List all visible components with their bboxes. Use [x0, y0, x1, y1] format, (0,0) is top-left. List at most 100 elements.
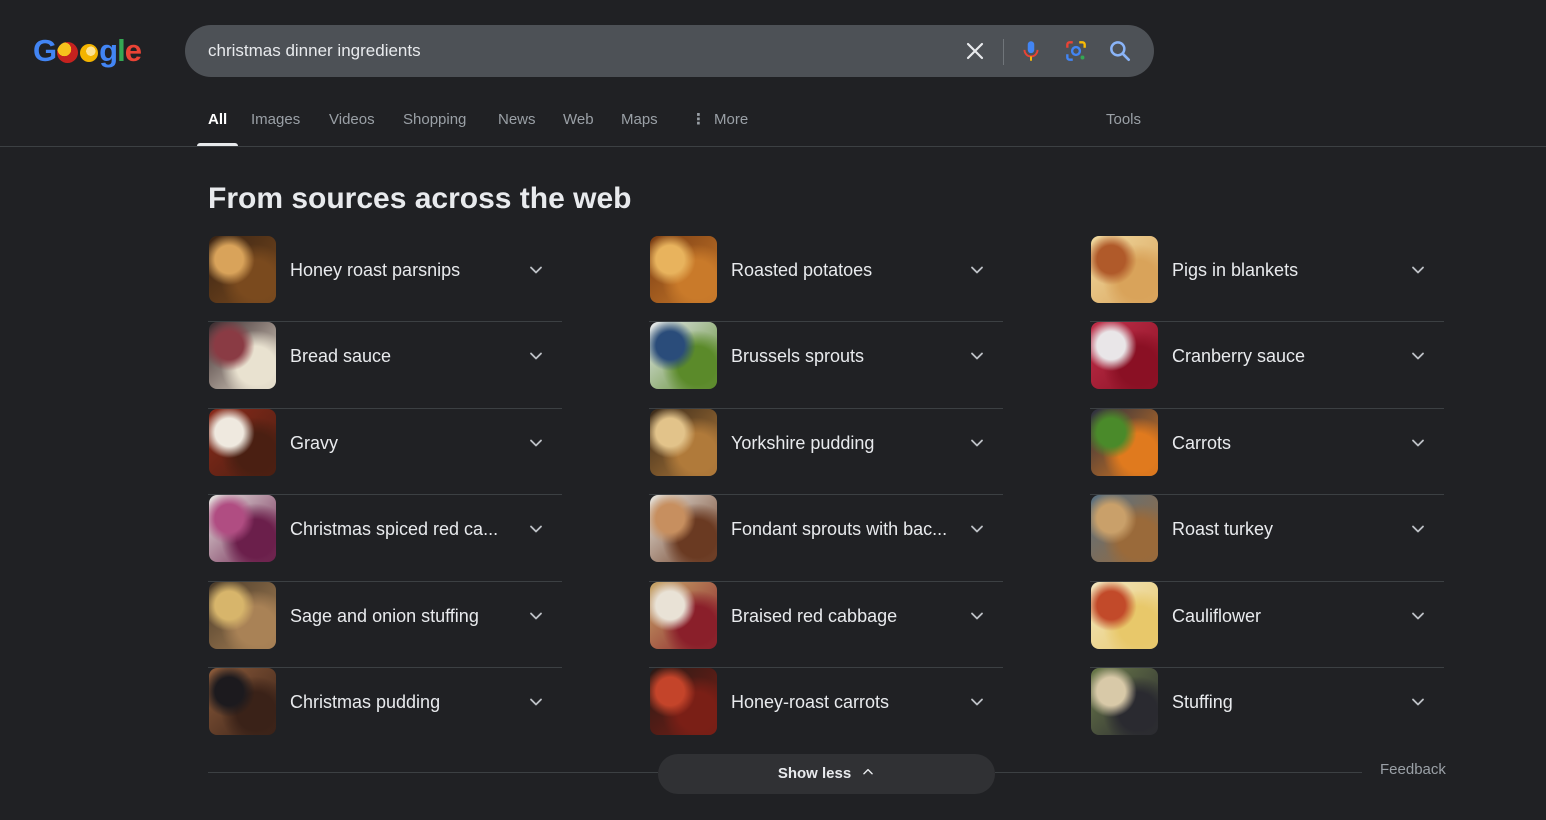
ingredient-label: Stuffing [1172, 691, 1233, 712]
food-thumbnail [1091, 322, 1158, 390]
ingredient-label: Roast turkey [1172, 519, 1274, 540]
food-thumbnail [650, 322, 717, 390]
chevron-down-icon [1412, 352, 1424, 360]
chevron-down-icon [530, 352, 542, 360]
chevron-down-icon [1412, 698, 1424, 706]
ingredient-item[interactable]: Braised red cabbage [649, 581, 1003, 668]
show-less-button[interactable]: Show less [658, 754, 995, 794]
tab-web[interactable]: Web [563, 110, 594, 146]
tab-images[interactable]: Images [251, 110, 300, 146]
ingredient-label: Sage and onion stuffing [290, 605, 479, 626]
ingredient-item[interactable]: Gravy [208, 408, 562, 496]
google-lens-icon[interactable] [1063, 38, 1089, 64]
chevron-down-icon [971, 266, 983, 274]
food-thumbnail [650, 667, 717, 735]
ingredient-label: Cauliflower [1172, 605, 1262, 626]
food-thumbnail [209, 408, 276, 476]
ingredient-label: Brussels sprouts [731, 346, 865, 367]
chevron-down-icon [971, 439, 983, 447]
food-thumbnail [209, 495, 276, 563]
ingredient-item[interactable]: Stuffing [1090, 667, 1444, 754]
chevron-down-icon [1412, 525, 1424, 533]
ingredients-grid: Honey roast parsnips Bread sauce Gravy Chri… [208, 236, 1446, 736]
tools-button[interactable]: Tools [1106, 110, 1141, 146]
ingredient-item[interactable]: Bread sauce [208, 322, 562, 409]
ingredient-item[interactable]: Yorkshire pudding [649, 408, 1003, 496]
food-thumbnail [209, 581, 276, 649]
ingredient-label: Fondant sprouts with bac... [731, 519, 948, 540]
food-thumbnail [650, 495, 717, 563]
ingredient-label: Cranberry sauce [1172, 346, 1306, 367]
ingredient-label: Roasted potatoes [731, 260, 873, 280]
microphone-icon[interactable] [1018, 38, 1044, 64]
chevron-up-icon [863, 768, 873, 775]
google-logo[interactable]: Ggle [33, 33, 142, 69]
ingredient-item[interactable]: Christmas pudding [208, 667, 562, 754]
tab-more[interactable]: ⋮ More [691, 110, 748, 146]
chevron-down-icon [530, 439, 542, 447]
chevron-down-icon [971, 698, 983, 706]
chevron-down-icon [530, 698, 542, 706]
tab-more-label: More [714, 111, 749, 128]
chevron-down-icon [1412, 266, 1424, 274]
ingredient-item[interactable]: Roasted potatoes [649, 236, 1003, 323]
ingredient-label: Bread sauce [290, 346, 392, 367]
ingredient-item[interactable]: Roast turkey [1090, 495, 1444, 582]
food-thumbnail [1091, 667, 1158, 735]
more-vertical-icon: ⋮ [691, 111, 706, 128]
chevron-down-icon [530, 612, 542, 619]
tab-maps[interactable]: Maps [621, 110, 658, 146]
chevron-down-icon [530, 266, 542, 274]
tab-all[interactable]: All [196, 110, 239, 146]
result-column: Pigs in blankets Cranberry sauce Carrots Ro… [1090, 236, 1444, 754]
ingredient-label: Christmas pudding [290, 691, 441, 712]
food-thumbnail [650, 408, 717, 476]
tab-videos[interactable]: Videos [329, 110, 375, 146]
ingredient-label: Braised red cabbage [731, 605, 898, 626]
ingredient-item[interactable]: Sage and onion stuffing [208, 581, 562, 668]
ingredient-label: Pigs in blankets [1172, 260, 1299, 280]
food-thumbnail [209, 236, 276, 303]
food-thumbnail [209, 322, 276, 390]
chevron-down-icon [971, 525, 983, 533]
feedback-link[interactable]: Feedback [1380, 760, 1446, 780]
food-thumbnail [650, 236, 717, 303]
tab-shopping[interactable]: Shopping [403, 110, 466, 146]
chevron-down-icon [1412, 612, 1424, 619]
chevron-down-icon [530, 525, 542, 533]
divider-line [208, 772, 658, 773]
ingredient-item[interactable]: Pigs in blankets [1090, 236, 1444, 323]
ingredient-item[interactable]: Cranberry sauce [1090, 322, 1444, 409]
ingredient-label: Gravy [290, 432, 339, 453]
food-thumbnail [1091, 236, 1158, 303]
ingredient-label: Carrots [1172, 432, 1232, 453]
food-thumbnail [650, 581, 717, 649]
tab-news[interactable]: News [498, 110, 536, 146]
food-thumbnail [1091, 581, 1158, 649]
ingredient-label: Christmas spiced red ca... [290, 519, 499, 540]
ingredient-item[interactable]: Honey roast parsnips [208, 236, 562, 323]
ingredient-item[interactable]: Christmas spiced red ca... [208, 495, 562, 582]
search-input[interactable] [208, 25, 928, 77]
ingredient-label: Honey roast parsnips [290, 260, 461, 280]
clear-icon[interactable] [963, 39, 987, 63]
chevron-down-icon [1412, 439, 1424, 447]
ingredient-item[interactable]: Fondant sprouts with bac... [649, 495, 1003, 582]
ingredient-item[interactable]: Brussels sprouts [649, 322, 1003, 409]
search-box [185, 25, 1154, 77]
food-thumbnail [1091, 408, 1158, 476]
chevron-down-icon [971, 612, 983, 619]
section-heading: From sources across the web [208, 182, 632, 215]
show-less-label: Show less [777, 765, 852, 782]
result-column: Honey roast parsnips Bread sauce Gravy Chri… [208, 236, 562, 754]
search-icon[interactable] [1107, 38, 1133, 64]
ingredient-item[interactable]: Honey-roast carrots [649, 667, 1003, 754]
search-results-page: Ggle All Images Videos Shopping News [0, 0, 1546, 820]
ingredient-label: Honey-roast carrots [731, 691, 890, 712]
ingredient-item[interactable]: Carrots [1090, 408, 1444, 496]
chevron-down-icon [971, 352, 983, 360]
ingredient-item[interactable]: Cauliflower [1090, 581, 1444, 668]
ingredient-label: Yorkshire pudding [731, 432, 875, 453]
divider-line [995, 772, 1362, 773]
food-thumbnail [1091, 495, 1158, 563]
